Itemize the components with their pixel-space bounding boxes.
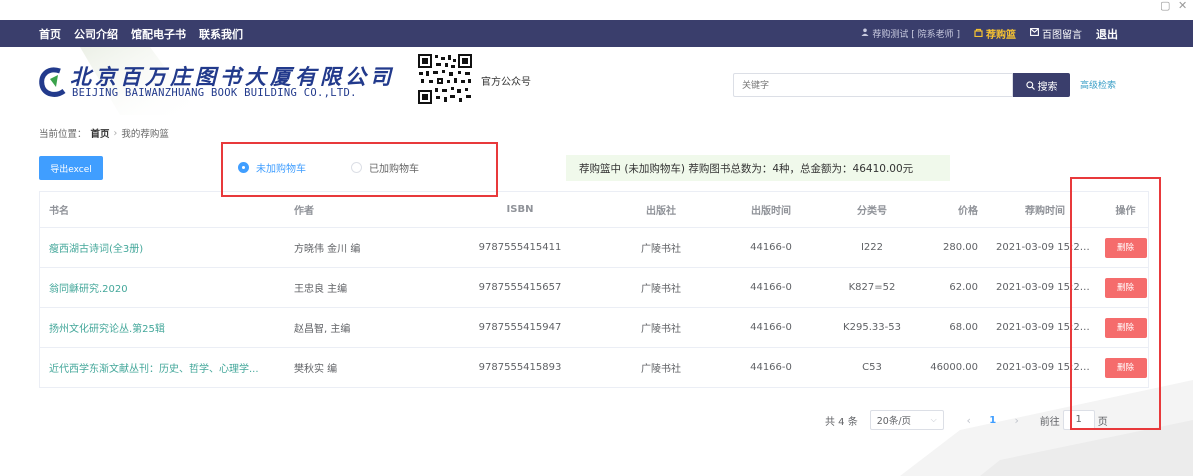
mail-icon bbox=[1030, 28, 1039, 39]
nav-user[interactable]: 荐购测试 [ 院系老师 ] bbox=[861, 27, 960, 40]
book-publisher: 广陵书社 bbox=[641, 244, 681, 255]
breadcrumb: 当前位置： 首页 › 我的荐购篮 bbox=[39, 126, 169, 141]
book-pub-date: 44166-0 bbox=[750, 242, 792, 253]
page-number-current[interactable]: 1 bbox=[980, 415, 1006, 426]
breadcrumb-separator: › bbox=[113, 127, 118, 139]
book-publisher: 广陵书社 bbox=[641, 284, 681, 295]
nav-item-contact[interactable]: 联系我们 bbox=[199, 26, 243, 42]
book-price: 46000.00 bbox=[930, 362, 978, 373]
breadcrumb-prefix: 当前位置： bbox=[39, 129, 87, 140]
book-isbn: 9787555415657 bbox=[478, 282, 562, 293]
book-class-no: C53 bbox=[862, 362, 882, 373]
header-price: 价格 bbox=[958, 206, 978, 217]
header-isbn: ISBN bbox=[506, 204, 534, 215]
table-row: 扬州文化研究论丛.第25辑 赵昌智, 主编 9787555415947 广陵书社… bbox=[40, 308, 1148, 348]
breadcrumb-current: 我的荐购篮 bbox=[121, 129, 169, 140]
user-icon bbox=[861, 28, 869, 39]
book-class-no: K827=52 bbox=[848, 282, 896, 293]
book-publisher: 广陵书社 bbox=[641, 324, 681, 335]
nav-message-label: 百图留言 bbox=[1042, 30, 1082, 41]
book-pub-date: 44166-0 bbox=[750, 282, 792, 293]
page-size-select[interactable]: 20条/页 ⌵ bbox=[869, 410, 944, 430]
header-name: 书名 bbox=[49, 206, 69, 217]
nav-user-area: 荐购测试 [ 院系老师 ] 荐购篮 百图留言 退出 bbox=[861, 20, 1118, 47]
pagination-total: 共 4 条 bbox=[825, 416, 858, 428]
goto-prefix: 前往 bbox=[1039, 416, 1060, 428]
book-title-link[interactable]: 翁同龢研究.2020 bbox=[40, 280, 285, 295]
nav-cart-label: 荐购篮 bbox=[986, 30, 1016, 41]
book-author: 樊秋实 编 bbox=[294, 364, 338, 375]
basket-icon bbox=[974, 28, 983, 40]
annotation-highlight-operation bbox=[1070, 177, 1161, 430]
book-price: 62.00 bbox=[949, 282, 978, 293]
book-pub-date: 44166-0 bbox=[750, 362, 792, 373]
nav-message[interactable]: 百图留言 bbox=[1030, 26, 1082, 41]
page-size-value: 20条/页 bbox=[876, 416, 912, 427]
chevron-down-icon: ⌵ bbox=[930, 415, 937, 424]
table-row: 翁同龢研究.2020 王忠良 主编 9787555415657 广陵书社 441… bbox=[40, 268, 1148, 308]
company-name-en: BEIJING BAIWANZHUANG BOOK BUILDING CO.,L… bbox=[72, 87, 357, 99]
site-header: 北京百万庄图书大厦有限公司 BEIJING BAIWANZHUANG BOOK … bbox=[0, 47, 1193, 115]
book-price: 280.00 bbox=[943, 242, 978, 253]
book-class-no: I222 bbox=[860, 242, 884, 253]
search-icon bbox=[1025, 80, 1035, 90]
nav-cart[interactable]: 荐购篮 bbox=[974, 26, 1016, 41]
table-header-row: 书名 作者 ISBN 出版社 出版时间 分类号 价格 荐购时间 操作 bbox=[40, 192, 1148, 228]
book-price: 68.00 bbox=[949, 322, 978, 333]
page: ▢ ✕ 首页 公司介绍 馆配电子书 联系我们 荐购测试 [ 院系老师 ] 荐购篮 bbox=[0, 0, 1193, 476]
advanced-search-link[interactable]: 高级检索 bbox=[1080, 78, 1116, 91]
search-input[interactable] bbox=[733, 73, 1013, 97]
search-button-label: 搜索 bbox=[1037, 81, 1058, 93]
annotation-highlight-radio bbox=[221, 142, 498, 197]
header-pub-date: 出版时间 bbox=[751, 206, 791, 217]
book-isbn: 9787555415947 bbox=[478, 322, 562, 333]
minimize-icon[interactable]: ▢ bbox=[1160, 0, 1170, 12]
book-isbn: 9787555415893 bbox=[478, 362, 562, 373]
book-publisher: 广陵书社 bbox=[641, 364, 681, 375]
table-row: 瘦西湖古诗词(全3册) 方晓伟 金川 编 9787555415411 广陵书社 … bbox=[40, 228, 1148, 268]
prev-page-button[interactable]: ‹ bbox=[958, 414, 980, 427]
book-author: 赵昌智, 主编 bbox=[294, 324, 351, 335]
pagination: 共 4 条 20条/页 ⌵ ‹ 1 › 前往 1 页 bbox=[825, 409, 1108, 431]
nav-user-label: 荐购测试 [ 院系老师 ] bbox=[872, 30, 960, 40]
header-class-no: 分类号 bbox=[857, 206, 887, 217]
book-title-link[interactable]: 扬州文化研究论丛.第25辑 bbox=[40, 320, 285, 335]
next-page-button[interactable]: › bbox=[1006, 414, 1028, 427]
qr-label: 官方公众号 bbox=[481, 77, 531, 88]
table-row: 近代西学东渐文献丛刊：历史、哲学、心理学... 樊秋实 编 9787555415… bbox=[40, 348, 1148, 388]
company-logo-icon[interactable] bbox=[38, 65, 68, 99]
nav-links: 首页 公司介绍 馆配电子书 联系我们 bbox=[39, 20, 243, 47]
search-button[interactable]: 搜索 bbox=[1013, 73, 1070, 97]
window-titlebar: ▢ ✕ bbox=[0, 0, 1193, 20]
book-title-link[interactable]: 瘦西湖古诗词(全3册) bbox=[40, 240, 285, 255]
nav-item-home[interactable]: 首页 bbox=[39, 26, 61, 42]
basket-summary: 荐购篮中 (未加购物车) 荐购图书总数为：4种，总金额为：46410.00元 bbox=[566, 155, 950, 181]
book-author: 方晓伟 金川 编 bbox=[294, 244, 361, 255]
book-isbn: 9787555415411 bbox=[478, 242, 562, 253]
book-class-no: K295.33-53 bbox=[843, 322, 901, 333]
logout-link[interactable]: 退出 bbox=[1096, 26, 1118, 42]
breadcrumb-home[interactable]: 首页 bbox=[91, 126, 110, 140]
book-title-link[interactable]: 近代西学东渐文献丛刊：历史、哲学、心理学... bbox=[40, 360, 285, 375]
top-navbar: 首页 公司介绍 馆配电子书 联系我们 荐购测试 [ 院系老师 ] 荐购篮 百图留… bbox=[0, 20, 1193, 47]
nav-item-about[interactable]: 公司介绍 bbox=[74, 26, 118, 42]
recommend-table: 书名 作者 ISBN 出版社 出版时间 分类号 价格 荐购时间 操作 瘦西湖古诗… bbox=[39, 191, 1149, 388]
header-publisher: 出版社 bbox=[646, 206, 676, 217]
header-author: 作者 bbox=[294, 206, 314, 217]
export-excel-button[interactable]: 导出excel bbox=[39, 156, 103, 180]
book-author: 王忠良 主编 bbox=[294, 284, 348, 295]
book-pub-date: 44166-0 bbox=[750, 322, 792, 333]
qr-code-icon bbox=[417, 53, 473, 105]
close-icon[interactable]: ✕ bbox=[1178, 0, 1187, 12]
nav-item-ebooks[interactable]: 馆配电子书 bbox=[131, 26, 186, 42]
